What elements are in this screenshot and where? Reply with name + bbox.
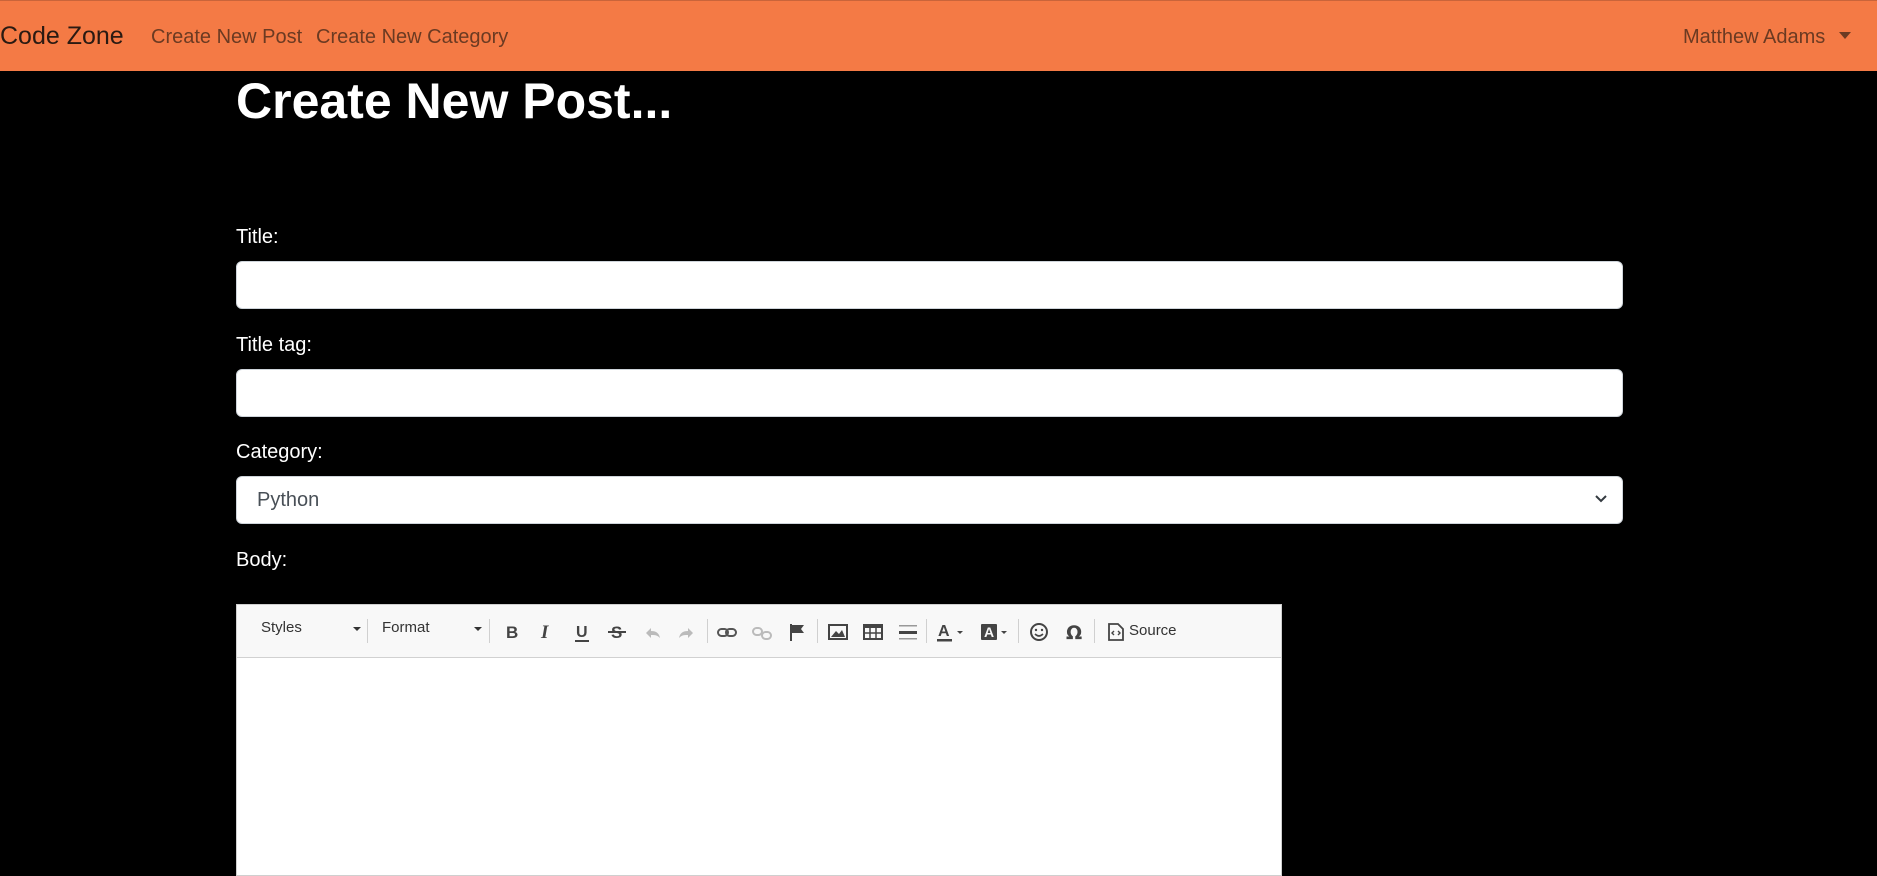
editor-toolbar: Styles Format B I U S bbox=[237, 605, 1281, 658]
title-label: Title: bbox=[236, 226, 279, 248]
anchor-flag-icon[interactable] bbox=[784, 619, 810, 645]
category-select[interactable]: Python bbox=[236, 476, 1623, 524]
svg-text:A: A bbox=[984, 624, 994, 640]
toolbar-separator bbox=[489, 619, 490, 643]
title-tag-label: Title tag: bbox=[236, 334, 312, 356]
title-input[interactable] bbox=[236, 261, 1623, 309]
navbar: Code Zone Create New Post Create New Cat… bbox=[0, 0, 1877, 71]
toolbar-separator bbox=[707, 619, 708, 643]
toolbar-separator bbox=[1094, 619, 1095, 643]
svg-text:Ω: Ω bbox=[1066, 622, 1082, 644]
source-button-label[interactable]: Source bbox=[1129, 622, 1177, 639]
special-char-omega-icon[interactable]: Ω bbox=[1061, 619, 1087, 645]
caret-down-icon bbox=[1839, 32, 1852, 40]
unlink-icon[interactable] bbox=[749, 619, 775, 645]
brand-logo-link[interactable]: Code Zone bbox=[0, 22, 124, 51]
user-menu-dropdown[interactable]: Matthew Adams bbox=[1683, 26, 1852, 49]
link-icon[interactable] bbox=[714, 619, 740, 645]
chevron-down-icon bbox=[1594, 491, 1608, 510]
nav-create-new-category[interactable]: Create New Category bbox=[316, 26, 508, 49]
toolbar-separator bbox=[926, 619, 927, 643]
table-icon[interactable] bbox=[860, 619, 886, 645]
horizontal-line-icon[interactable] bbox=[895, 619, 921, 645]
svg-text:I: I bbox=[540, 622, 549, 643]
nav-create-new-post[interactable]: Create New Post bbox=[151, 26, 302, 49]
toolbar-separator bbox=[1018, 619, 1019, 643]
user-name: Matthew Adams bbox=[1683, 26, 1826, 48]
category-selected-value: Python bbox=[257, 489, 320, 511]
source-code-icon[interactable] bbox=[1103, 619, 1129, 645]
caret-down-icon bbox=[353, 627, 361, 631]
toolbar-separator bbox=[817, 619, 818, 643]
underline-icon[interactable]: U bbox=[569, 619, 595, 645]
redo-icon[interactable] bbox=[674, 619, 700, 645]
title-tag-input[interactable] bbox=[236, 369, 1623, 417]
svg-text:B: B bbox=[506, 623, 518, 642]
toolbar-separator bbox=[367, 619, 368, 643]
format-dropdown[interactable]: Format bbox=[382, 619, 482, 636]
caret-down-icon bbox=[474, 627, 482, 631]
styles-dropdown[interactable]: Styles bbox=[261, 619, 361, 636]
svg-text:A: A bbox=[938, 623, 950, 640]
page-title: Create New Post... bbox=[236, 73, 673, 129]
format-dropdown-label: Format bbox=[382, 619, 430, 636]
text-color-icon[interactable]: A bbox=[934, 619, 968, 645]
strikethrough-icon[interactable]: S bbox=[604, 619, 630, 645]
styles-dropdown-label: Styles bbox=[261, 619, 302, 636]
image-icon[interactable] bbox=[825, 619, 851, 645]
italic-icon[interactable]: I bbox=[533, 619, 559, 645]
body-label: Body: bbox=[236, 549, 288, 571]
svg-text:U: U bbox=[576, 624, 588, 641]
bold-icon[interactable]: B bbox=[499, 619, 525, 645]
category-label: Category: bbox=[236, 441, 323, 463]
undo-icon[interactable] bbox=[639, 619, 665, 645]
background-color-icon[interactable]: A bbox=[978, 619, 1012, 645]
rich-text-editor[interactable]: Styles Format B I U S bbox=[236, 604, 1282, 876]
emoji-icon[interactable] bbox=[1026, 619, 1052, 645]
